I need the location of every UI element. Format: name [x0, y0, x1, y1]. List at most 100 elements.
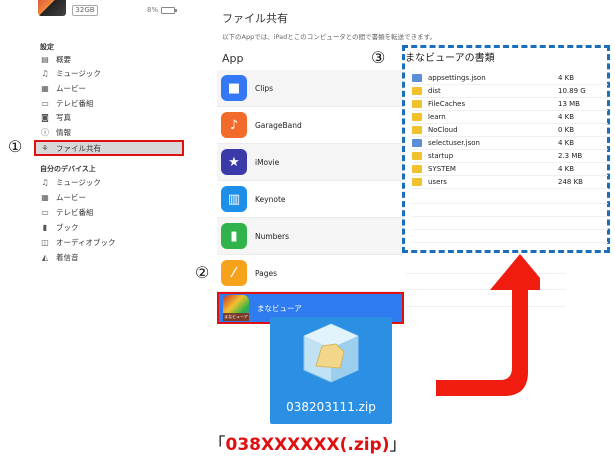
step-1-marker: ①	[8, 137, 23, 156]
bell-icon: ◭	[41, 253, 49, 262]
document-row[interactable]: dist 10.89 G	[412, 85, 608, 98]
document-name: FileCaches	[428, 100, 466, 108]
document-size: 4 KB	[558, 74, 575, 82]
capacity-badge: 32GB	[72, 5, 98, 16]
json-file-icon	[412, 74, 422, 82]
documents-title: まなビューアの書類	[405, 53, 495, 64]
app-name: Numbers	[255, 231, 290, 241]
app-name: まなビューア	[257, 303, 302, 313]
sidebar-item-label: ファイル共有	[56, 144, 101, 153]
app-row-garageband[interactable]: ♪ GarageBand	[217, 107, 404, 144]
folder-icon	[412, 87, 422, 95]
app-row-numbers[interactable]: ▮ Numbers	[217, 218, 404, 255]
document-name: appsettings.json	[428, 74, 486, 82]
sidebar-item-label: 着信音	[56, 253, 79, 262]
summary-icon: ▤	[41, 55, 49, 64]
sidebar-item-label: ムービー	[56, 193, 86, 202]
sidebar-item-device-ringtones[interactable]: ◭ 着信音	[40, 251, 79, 264]
sidebar-item-tv[interactable]: ▭ テレビ番組	[40, 97, 94, 110]
manaviewer-icon-text: まなビューア	[223, 313, 249, 321]
page-description: 以下のAppでは、iPadとこのコンピュータとの間で書類を転送できます。	[222, 33, 437, 41]
document-row[interactable]: FileCaches 13 MB	[412, 98, 608, 111]
app-list: ■ Clips ♪ GarageBand ★ iMovie ▥ Keynote …	[217, 70, 404, 324]
sidebar-item-label: ミュージック	[56, 69, 101, 78]
sidebar-item-label: テレビ番組	[56, 99, 94, 108]
app-name: Pages	[255, 268, 278, 278]
document-size: 0 KB	[558, 126, 575, 134]
imovie-icon: ★	[221, 149, 247, 175]
sidebar-item-photos[interactable]: ◙ 写真	[40, 111, 71, 124]
document-name: dist	[428, 87, 441, 95]
document-row[interactable]: learn 4 KB	[412, 111, 608, 124]
sidebar-item-label: ブック	[56, 223, 79, 232]
apps-column-header: App	[222, 52, 244, 65]
battery-icon	[161, 6, 178, 14]
device-section-label: 自分のデバイス上	[40, 165, 96, 173]
app-row-imovie[interactable]: ★ iMovie	[217, 144, 404, 181]
document-name: learn	[428, 113, 446, 121]
app-row-clips[interactable]: ■ Clips	[217, 70, 404, 107]
document-row[interactable]: users 248 KB	[412, 176, 608, 189]
garageband-icon: ♪	[221, 112, 247, 138]
numbers-icon: ▮	[221, 223, 247, 249]
caption: 「038XXXXXX(.zip)」	[0, 430, 615, 455]
document-name: NoCloud	[428, 126, 458, 134]
app-name: Clips	[255, 83, 274, 93]
caption-open-bracket: 「	[208, 435, 226, 455]
battery-status: 8%	[147, 6, 178, 14]
zip-filename: 038203111.zip	[286, 400, 376, 414]
movie-icon: ▦	[41, 84, 49, 93]
keynote-icon: ▥	[221, 186, 247, 212]
file-sharing-icon: ⚘	[41, 144, 49, 153]
sidebar-item-device-audiobooks[interactable]: ◫ オーディオブック	[40, 236, 115, 249]
tv-icon: ▭	[41, 99, 49, 108]
sidebar-item-file-sharing[interactable]: ⚘ ファイル共有	[40, 142, 101, 155]
sidebar-item-label: ミュージック	[56, 178, 101, 187]
clips-icon: ■	[221, 75, 247, 101]
document-size: 4 KB	[558, 165, 575, 173]
document-size: 13 MB	[558, 100, 580, 108]
sidebar-item-device-books[interactable]: ▮ ブック	[40, 221, 79, 234]
sidebar-item-summary[interactable]: ▤ 概要	[40, 53, 71, 66]
tv-icon: ▭	[41, 208, 49, 217]
step-2-marker: ②	[195, 263, 210, 282]
app-row-keynote[interactable]: ▥ Keynote	[217, 181, 404, 218]
folder-icon	[412, 126, 422, 134]
movie-icon: ▦	[41, 193, 49, 202]
empty-row	[412, 205, 608, 217]
folder-icon	[412, 152, 422, 160]
document-row[interactable]: SYSTEM 4 KB	[412, 163, 608, 176]
document-size: 10.89 G	[558, 87, 586, 95]
sidebar-item-movies[interactable]: ▦ ムービー	[40, 82, 86, 95]
sidebar-item-device-movies[interactable]: ▦ ムービー	[40, 191, 86, 204]
sidebar-item-label: 概要	[56, 55, 71, 64]
document-row[interactable]: appsettings.json 4 KB	[412, 72, 608, 85]
sidebar-item-info[interactable]: ⓘ 情報	[40, 126, 71, 139]
folder-icon	[412, 100, 422, 108]
document-name: selectuser.json	[428, 139, 480, 147]
sidebar-item-label: オーディオブック	[56, 238, 116, 247]
sidebar-item-label: テレビ番組	[56, 208, 94, 217]
app-name: Keynote	[255, 194, 286, 204]
sidebar-item-music[interactable]: ♫ ミュージック	[40, 67, 101, 80]
document-row[interactable]: startup 2.3 MB	[412, 150, 608, 163]
music-icon: ♫	[41, 69, 49, 78]
json-file-icon	[412, 139, 422, 147]
audiobook-icon: ◫	[41, 238, 49, 247]
page-title: ファイル共有	[222, 12, 288, 25]
folder-icon	[412, 113, 422, 121]
manaviewer-icon: まなビューア	[223, 295, 249, 321]
document-size: 4 KB	[558, 139, 575, 147]
app-row-pages[interactable]: ⁄ Pages	[217, 255, 404, 292]
document-row[interactable]: NoCloud 0 KB	[412, 124, 608, 137]
document-row[interactable]: selectuser.json 4 KB	[412, 137, 608, 150]
sidebar-item-device-music[interactable]: ♫ ミュージック	[40, 176, 101, 189]
sidebar-item-label: 写真	[56, 113, 71, 122]
document-list: appsettings.json 4 KB dist 10.89 G FileC…	[412, 72, 608, 189]
info-icon: ⓘ	[41, 128, 49, 137]
caption-filename: 038XXXXXX(.zip)	[225, 435, 390, 455]
book-icon: ▮	[42, 223, 48, 232]
battery-percent: 8%	[147, 6, 159, 14]
sidebar-item-device-tv[interactable]: ▭ テレビ番組	[40, 206, 94, 219]
app-name: GarageBand	[255, 120, 302, 130]
